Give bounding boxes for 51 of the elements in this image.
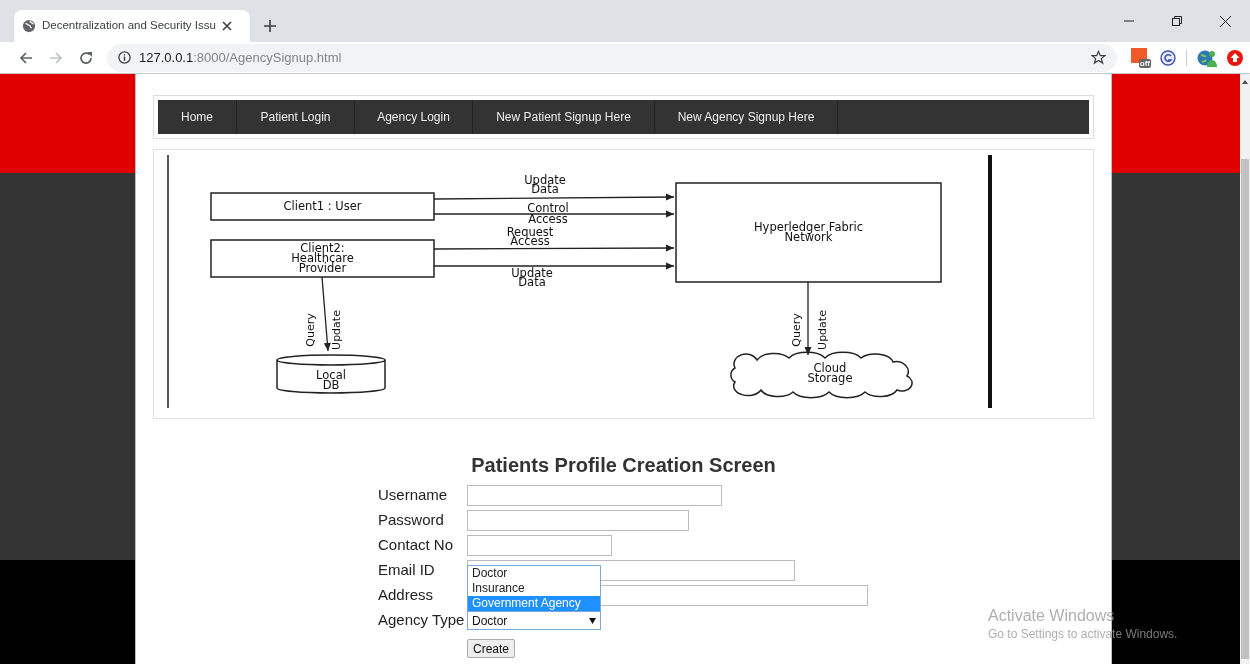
field-label: Username — [378, 485, 449, 506]
node-label: Cloud Storage — [807, 361, 853, 385]
scrollbar[interactable] — [1240, 74, 1250, 664]
close-icon[interactable] — [1220, 15, 1231, 27]
arrow-label: Control Access — [527, 200, 569, 226]
node-label: Client2: Healthcare Provider — [291, 241, 354, 275]
field-label: Contact No — [378, 535, 455, 556]
dropdown-option[interactable]: Insurance — [468, 581, 600, 596]
nav-link[interactable]: New Agency Signup Here — [655, 100, 838, 134]
info-icon — [118, 51, 131, 64]
create-button[interactable]: Create — [467, 639, 516, 658]
restore-icon[interactable] — [1172, 16, 1182, 26]
browser-tab[interactable]: Decentralization and Security Issu — [14, 10, 250, 42]
field-label: Email ID — [378, 560, 436, 581]
globe-icon — [22, 19, 36, 33]
upload-icon[interactable] — [1227, 49, 1243, 66]
arrow-label: Query — [790, 313, 803, 347]
new-tab-icon[interactable] — [264, 20, 276, 32]
star-icon[interactable] — [1091, 50, 1106, 65]
reload-icon[interactable] — [79, 50, 93, 65]
url-path: :8000/AgencySignup.html — [193, 49, 342, 65]
text-field[interactable] — [467, 510, 689, 531]
field-label: Agency Type — [378, 610, 466, 631]
text-field[interactable] — [467, 485, 722, 506]
close-icon[interactable] — [221, 21, 232, 31]
arrow-label: Request Access — [506, 225, 554, 248]
text-field[interactable] — [467, 535, 612, 556]
circle-g-icon[interactable] — [1160, 49, 1176, 66]
arrow-label: Update Data — [524, 173, 566, 196]
arrow-label: Query — [304, 313, 317, 347]
scroll-up-icon[interactable] — [1242, 80, 1248, 84]
form-title: Patients Profile Creation Screen — [470, 453, 777, 477]
dropdown-option[interactable]: Doctor — [468, 566, 600, 581]
arrow-label: Update Data — [511, 266, 553, 289]
back-icon[interactable] — [19, 50, 33, 65]
node-label: Local DB — [316, 368, 346, 392]
node-label: Client1 : User — [283, 199, 362, 213]
address-bar[interactable]: 127.0.0.1:8000/AgencySignup.html — [107, 43, 1117, 72]
nav-link[interactable]: Home — [158, 100, 237, 134]
nav-link[interactable]: Patient Login — [237, 100, 355, 134]
field-label: Address — [378, 585, 435, 606]
node-label: Hyperledger Fabric Network — [754, 220, 863, 244]
tab-title: Decentralization and Security Issu — [42, 18, 216, 34]
scroll-thumb[interactable] — [1241, 159, 1249, 659]
nav-link[interactable]: New Patient Signup Here — [473, 100, 655, 134]
dropdown-caret-icon — [589, 617, 596, 624]
arrow-label: Update — [816, 310, 829, 350]
nav-link[interactable]: Agency Login — [355, 100, 473, 134]
url-host: 127.0.0.1 — [139, 49, 194, 65]
arrow-label: Update — [330, 310, 343, 350]
field-label: Password — [378, 510, 445, 531]
